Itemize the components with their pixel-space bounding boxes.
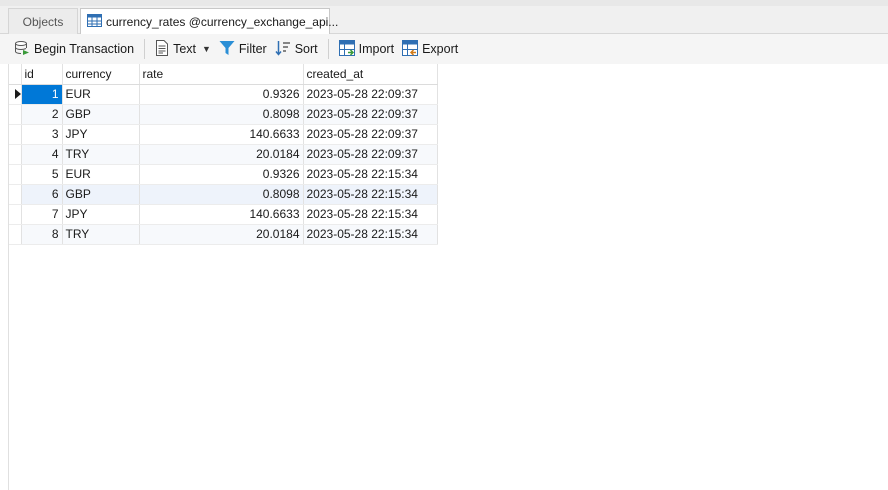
cell-rate[interactable]: 140.6633 <box>139 124 304 145</box>
cell-rate[interactable]: 140.6633 <box>139 204 304 225</box>
row-indicator[interactable] <box>9 124 22 145</box>
tab-currency-rates[interactable]: currency_rates @currency_exchange_api... <box>80 8 338 34</box>
tab-objects[interactable]: Objects <box>8 8 78 34</box>
begin-transaction-button[interactable]: Begin Transaction <box>10 37 138 61</box>
sort-label: Sort <box>294 42 318 56</box>
toolbar-divider <box>327 39 329 59</box>
cell-rate[interactable]: 0.8098 <box>139 184 304 205</box>
cell-rate[interactable]: 0.9326 <box>139 84 304 105</box>
table-row[interactable]: 4 TRY 20.0184 2023-05-28 22:09:37 <box>9 144 438 165</box>
table-row[interactable]: 7 JPY 140.6633 2023-05-28 22:15:34 <box>9 204 438 225</box>
cell-id[interactable]: 7 <box>21 204 63 225</box>
tab-bar: Objects currency_rates @currency_exchang… <box>0 0 888 34</box>
cell-id[interactable]: 4 <box>21 144 63 165</box>
filter-button[interactable]: Filter <box>215 37 271 61</box>
text-view-button[interactable]: Text ▼ <box>151 37 215 61</box>
cell-rate[interactable]: 0.8098 <box>139 104 304 125</box>
cell-currency[interactable]: TRY <box>62 144 140 165</box>
import-label: Import <box>358 42 395 56</box>
row-indicator[interactable] <box>9 204 22 225</box>
table-row[interactable]: 2 GBP 0.8098 2023-05-28 22:09:37 <box>9 104 438 125</box>
table-row[interactable]: 3 JPY 140.6633 2023-05-28 22:09:37 <box>9 124 438 145</box>
cell-id[interactable]: 2 <box>21 104 63 125</box>
column-header-currency[interactable]: currency <box>62 64 140 85</box>
column-header-created-at[interactable]: created_at <box>303 64 438 85</box>
cell-currency[interactable]: GBP <box>62 184 140 205</box>
begin-transaction-label: Begin Transaction <box>34 42 135 56</box>
sort-button[interactable]: Sort <box>271 37 322 61</box>
sort-icon <box>275 40 291 59</box>
cell-created-at[interactable]: 2023-05-28 22:09:37 <box>303 104 438 125</box>
import-button[interactable]: Import <box>335 37 398 61</box>
database-transaction-icon <box>14 40 30 59</box>
cell-currency[interactable]: JPY <box>62 124 140 145</box>
row-indicator[interactable] <box>9 224 22 245</box>
cell-rate[interactable]: 0.9326 <box>139 164 304 185</box>
cell-created-at[interactable]: 2023-05-28 22:15:34 <box>303 204 438 225</box>
table-row[interactable]: 5 EUR 0.9326 2023-05-28 22:15:34 <box>9 164 438 185</box>
cell-currency[interactable]: GBP <box>62 104 140 125</box>
toolbar-divider <box>144 39 146 59</box>
column-header-rate[interactable]: rate <box>139 64 304 85</box>
cell-created-at[interactable]: 2023-05-28 22:09:37 <box>303 144 438 165</box>
export-icon <box>402 39 419 59</box>
export-label: Export <box>422 42 459 56</box>
cell-rate[interactable]: 20.0184 <box>139 224 304 245</box>
cell-id[interactable]: 3 <box>21 124 63 145</box>
row-indicator[interactable] <box>9 84 22 105</box>
cell-currency[interactable]: TRY <box>62 224 140 245</box>
table-row[interactable]: 6 GBP 0.8098 2023-05-28 22:15:34 <box>9 184 438 205</box>
row-indicator-header <box>9 64 22 85</box>
chevron-down-icon[interactable]: ▼ <box>202 44 211 54</box>
row-indicator[interactable] <box>9 144 22 165</box>
table-row[interactable]: 1 EUR 0.9326 2023-05-28 22:09:37 <box>9 84 438 105</box>
text-label: Text <box>173 42 196 56</box>
tab-objects-label: Objects <box>22 14 64 29</box>
cell-id[interactable]: 1 <box>21 84 63 105</box>
cell-currency[interactable]: EUR <box>62 164 140 185</box>
results-table: id currency rate created_at 1 EUR 0.9326… <box>9 64 438 245</box>
export-button[interactable]: Export <box>398 37 462 61</box>
tab-currency-rates-label: currency_rates @currency_exchange_api... <box>106 14 339 29</box>
table-icon <box>87 13 102 30</box>
cell-created-at[interactable]: 2023-05-28 22:15:34 <box>303 164 438 185</box>
cell-created-at[interactable]: 2023-05-28 22:15:34 <box>303 184 438 205</box>
row-indicator[interactable] <box>9 164 22 185</box>
cell-rate[interactable]: 20.0184 <box>139 144 304 165</box>
toolbar: Begin Transaction Text ▼ Filter Sort Imp… <box>0 34 888 64</box>
row-indicator[interactable] <box>9 104 22 125</box>
cell-id[interactable]: 6 <box>21 184 63 205</box>
text-document-icon <box>155 39 169 59</box>
filter-label: Filter <box>238 42 267 56</box>
cell-created-at[interactable]: 2023-05-28 22:09:37 <box>303 84 438 105</box>
data-grid[interactable]: id currency rate created_at 1 EUR 0.9326… <box>8 64 888 490</box>
cell-id[interactable]: 8 <box>21 224 63 245</box>
cell-created-at[interactable]: 2023-05-28 22:09:37 <box>303 124 438 145</box>
cell-currency[interactable]: JPY <box>62 204 140 225</box>
cell-created-at[interactable]: 2023-05-28 22:15:34 <box>303 224 438 245</box>
header-row: id currency rate created_at <box>9 64 438 85</box>
import-icon <box>338 39 355 59</box>
row-indicator[interactable] <box>9 184 22 205</box>
cell-currency[interactable]: EUR <box>62 84 140 105</box>
table-row[interactable]: 8 TRY 20.0184 2023-05-28 22:15:34 <box>9 224 438 245</box>
column-header-id[interactable]: id <box>21 64 63 85</box>
funnel-icon <box>219 40 235 59</box>
cell-id[interactable]: 5 <box>21 164 63 185</box>
